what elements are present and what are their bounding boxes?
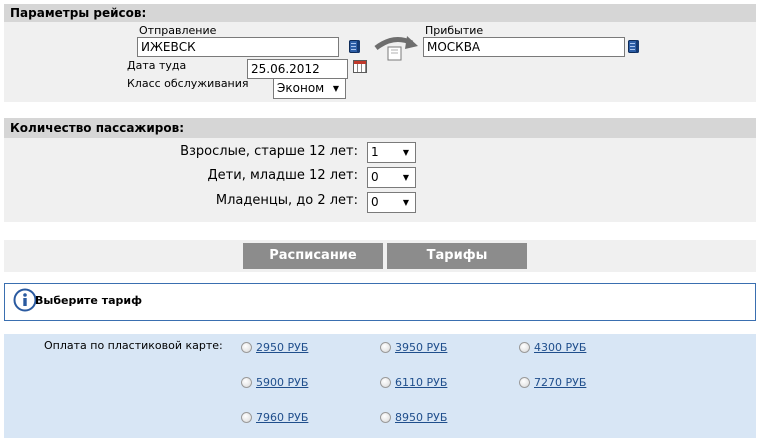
class-label: Класс обслуживания	[127, 77, 249, 90]
children-select[interactable]: 0 ▼	[367, 167, 416, 188]
payment-label: Оплата по пластиковой карте:	[44, 339, 223, 352]
chevron-down-icon: ▼	[332, 84, 340, 93]
departure-label: Отправление	[139, 24, 217, 37]
passengers-header: Количество пассажиров:	[4, 118, 756, 138]
swap-arrow-icon	[374, 36, 418, 61]
chevron-down-icon: ▼	[402, 173, 410, 182]
info-text: Выберите тариф	[35, 294, 143, 307]
fare-link[interactable]: 4300 РУБ	[534, 341, 586, 354]
fare-link[interactable]: 5900 РУБ	[256, 376, 308, 389]
fare-link[interactable]: 7270 РУБ	[534, 376, 586, 389]
fare-option[interactable]: 3950 РУБ	[380, 341, 447, 354]
arrival-directory-icon[interactable]	[628, 40, 639, 53]
departure-input[interactable]: ИЖЕВСК	[137, 37, 339, 57]
date-input[interactable]: 25.06.2012	[247, 59, 348, 79]
fare-radio[interactable]	[519, 342, 530, 353]
fare-option[interactable]: 8950 РУБ	[380, 411, 447, 424]
fare-link[interactable]: 8950 РУБ	[395, 411, 447, 424]
fare-option[interactable]: 6110 РУБ	[380, 376, 447, 389]
date-label: Дата туда	[127, 59, 187, 72]
flight-params-header: Параметры рейсов:	[4, 4, 756, 22]
fare-option[interactable]: 2950 РУБ	[241, 341, 308, 354]
fare-link[interactable]: 2950 РУБ	[256, 341, 308, 354]
fare-link[interactable]: 7960 РУБ	[256, 411, 308, 424]
chevron-down-icon: ▼	[402, 198, 410, 207]
chevron-down-icon: ▼	[402, 148, 410, 157]
schedule-button[interactable]: Расписание	[243, 243, 383, 269]
fare-radio[interactable]	[241, 342, 252, 353]
fare-radio[interactable]	[380, 412, 391, 423]
calendar-icon[interactable]	[353, 60, 367, 73]
fares-button[interactable]: Тарифы	[387, 243, 527, 269]
infants-select-value: 0	[371, 195, 379, 209]
adults-label: Взрослые, старше 12 лет:	[180, 144, 358, 159]
fare-link[interactable]: 6110 РУБ	[395, 376, 447, 389]
fare-option[interactable]: 7270 РУБ	[519, 376, 586, 389]
info-icon	[13, 288, 37, 312]
class-select[interactable]: Эконом ▼	[273, 78, 346, 99]
fare-option[interactable]: 7960 РУБ	[241, 411, 308, 424]
infants-select[interactable]: 0 ▼	[367, 192, 416, 213]
arrival-label: Прибытие	[425, 24, 484, 37]
infants-label: Младенцы, до 2 лет:	[215, 193, 358, 208]
fare-radio[interactable]	[380, 377, 391, 388]
swap-direction-button[interactable]	[372, 34, 420, 64]
children-label: Дети, младше 12 лет:	[207, 168, 358, 183]
departure-directory-icon[interactable]	[349, 40, 360, 53]
children-select-value: 0	[371, 170, 379, 184]
fare-radio[interactable]	[241, 377, 252, 388]
adults-select-value: 1	[371, 145, 379, 159]
fare-option[interactable]: 4300 РУБ	[519, 341, 586, 354]
fare-link[interactable]: 3950 РУБ	[395, 341, 447, 354]
fare-radio[interactable]	[241, 412, 252, 423]
fare-option[interactable]: 5900 РУБ	[241, 376, 308, 389]
fare-radio[interactable]	[380, 342, 391, 353]
arrival-input[interactable]: МОСКВА	[423, 37, 625, 57]
fare-radio[interactable]	[519, 377, 530, 388]
adults-select[interactable]: 1 ▼	[367, 142, 416, 163]
class-select-value: Эконом	[277, 81, 325, 95]
